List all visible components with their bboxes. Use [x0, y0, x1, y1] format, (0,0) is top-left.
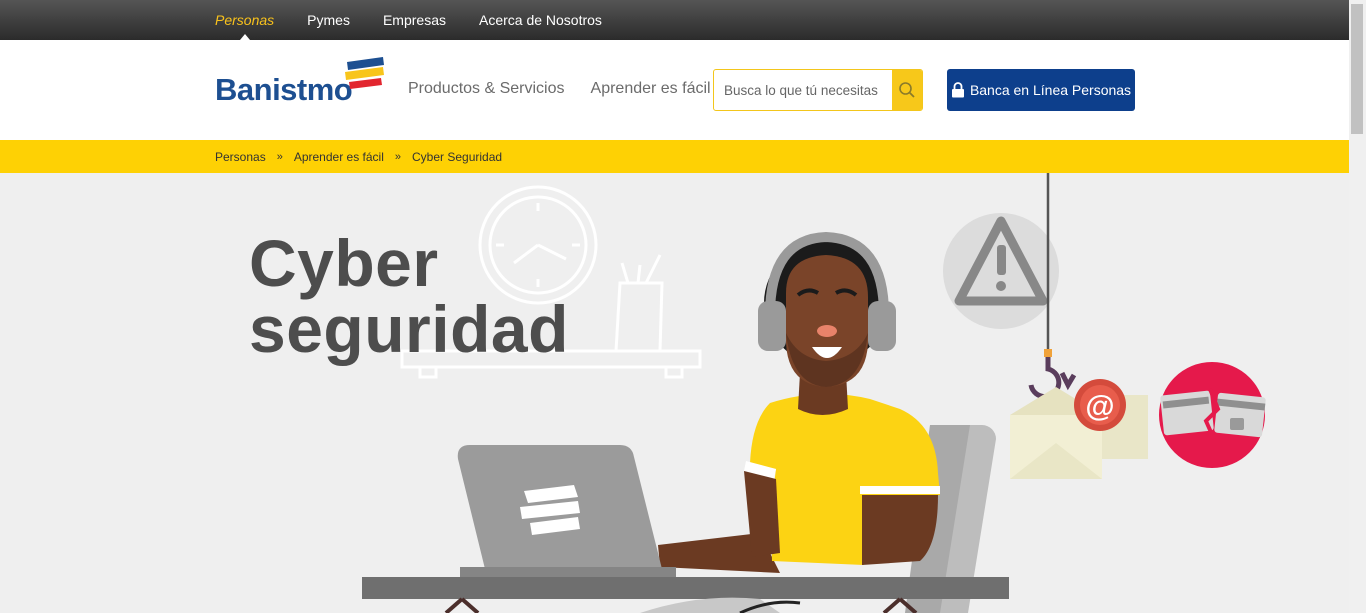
breadcrumb-aprender[interactable]: Aprender es fácil	[294, 150, 384, 164]
segment-tab-personas[interactable]: Personas	[215, 0, 274, 40]
scrollbar-thumb[interactable]	[1351, 4, 1363, 134]
breadcrumb-current: Cyber Seguridad	[412, 149, 503, 164]
svg-text:@: @	[1085, 390, 1114, 423]
banistmo-logo[interactable]: Banistmo	[215, 56, 385, 107]
laptop-illustration	[457, 445, 676, 585]
lock-icon	[951, 82, 964, 98]
segment-tab-empresas[interactable]: Empresas	[383, 0, 446, 40]
broken-card-icon	[1159, 362, 1266, 468]
breadcrumb-separator: »	[276, 150, 283, 163]
hero-illustration: @	[362, 173, 1266, 613]
banca-button-label: Banca en Línea Personas	[969, 82, 1132, 98]
person-illustration	[658, 231, 940, 573]
desk-shape	[362, 577, 1009, 613]
site-header: Banistmo Productos & Servicios Aprender …	[0, 40, 1349, 140]
page: Personas Pymes Empresas Acerca de Nosotr…	[0, 0, 1366, 613]
segment-tab-acerca[interactable]: Acerca de Nosotros	[479, 0, 602, 40]
main-nav: Productos & Servicios Aprender es fácil	[408, 80, 711, 98]
logo-stripes-icon	[345, 57, 384, 89]
segment-nav: Personas Pymes Empresas Acerca de Nosotr…	[215, 0, 602, 40]
nav-productos-servicios[interactable]: Productos & Servicios	[408, 80, 565, 98]
email-envelope-icon: @	[1010, 379, 1148, 479]
search-icon	[899, 82, 915, 98]
hero-title-line2: seguridad	[249, 292, 569, 366]
logo-text: Banistmo	[215, 72, 353, 107]
search-button[interactable]	[892, 70, 922, 110]
nav-aprender-es-facil[interactable]: Aprender es fácil	[591, 80, 711, 98]
hero-title-line1: Cyber	[249, 226, 439, 300]
hero-banner: @ Cyber seguridad	[0, 173, 1349, 613]
warning-icon	[943, 213, 1059, 329]
search-input[interactable]	[714, 70, 892, 110]
breadcrumb-separator: »	[394, 150, 401, 163]
breadcrumb: Personas » Aprender es fácil » Cyber Seg…	[215, 140, 502, 173]
segment-tab-pymes[interactable]: Pymes	[307, 0, 350, 40]
top-bar: Personas Pymes Empresas Acerca de Nosotr…	[0, 0, 1349, 40]
breadcrumb-bar: Personas » Aprender es fácil » Cyber Seg…	[0, 140, 1349, 173]
page-scrollbar[interactable]	[1349, 0, 1366, 613]
search-box	[713, 69, 923, 111]
hero-title: Cyber seguridad	[249, 230, 569, 362]
banca-en-linea-button[interactable]: Banca en Línea Personas	[947, 69, 1135, 111]
breadcrumb-personas[interactable]: Personas	[215, 150, 266, 164]
